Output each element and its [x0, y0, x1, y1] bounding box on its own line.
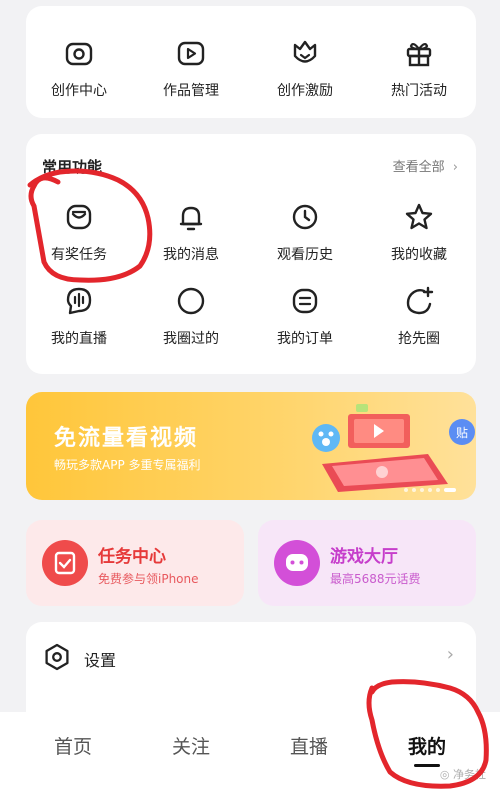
- hot-events-item[interactable]: 热门活动: [364, 36, 474, 100]
- creator-incentive-label: 创作激励: [277, 83, 333, 99]
- reward-task-item[interactable]: 有奖任务: [24, 200, 134, 264]
- bell-icon: [179, 206, 203, 231]
- reward-task-icon: [66, 204, 92, 230]
- free-data-banner[interactable]: 免流量看视频 畅玩多款APP 多重专属福利 贴: [26, 392, 476, 500]
- reward-task-label: 有奖任务: [51, 247, 107, 263]
- banner-badge: 贴: [456, 426, 468, 440]
- hot-events-label: 热门活动: [391, 83, 447, 99]
- watermark: ◎ 净务社: [440, 766, 486, 782]
- settings-gear-icon: [45, 643, 69, 671]
- watch-history-label: 观看历史: [277, 247, 333, 263]
- works-management-label: 作品管理: [163, 83, 219, 99]
- chevron-right-icon: ›: [452, 160, 458, 175]
- crown-shield-icon: [293, 40, 317, 63]
- watermark-text: 净务社: [453, 768, 486, 781]
- creator-tools-card: 创作中心 作品管理 创作激励 热门活动: [26, 6, 476, 118]
- circle-icon: [177, 287, 205, 315]
- view-all-label: 查看全部: [392, 160, 445, 175]
- banner-title: 免流量看视频: [54, 426, 199, 451]
- my-live-item[interactable]: 我的直播: [24, 284, 134, 348]
- banner-subtitle: 畅玩多款APP 多重专属福利: [54, 458, 201, 472]
- clock-icon: [292, 204, 318, 230]
- watch-history-item[interactable]: 观看历史: [250, 200, 360, 264]
- works-management-item[interactable]: 作品管理: [136, 36, 246, 100]
- task-center-card[interactable]: 任务中心 免费参与领iPhone: [26, 520, 244, 606]
- creator-incentive-item[interactable]: 创作激励: [250, 36, 360, 100]
- my-favorites-label: 我的收藏: [391, 247, 447, 263]
- video-play-icon: [177, 41, 205, 66]
- task-center-icon: [42, 540, 88, 586]
- game-hall-card[interactable]: 游戏大厅 最高5688元话费: [258, 520, 476, 606]
- tab-home[interactable]: 首页: [54, 732, 92, 759]
- common-functions-card: 常用功能 查看全部 › 有奖任务 我的消息 观看历史 我的收藏 我的直播 我圈过…: [26, 134, 476, 374]
- tab-active-indicator: [414, 764, 440, 767]
- task-center-title: 任务中心: [98, 547, 166, 567]
- my-messages-item[interactable]: 我的消息: [136, 200, 246, 264]
- gift-icon: [406, 42, 432, 67]
- creator-center-item[interactable]: 创作中心: [24, 36, 134, 100]
- game-hall-subtitle: 最高5688元话费: [330, 572, 421, 586]
- wechat-icon: ◎: [439, 768, 450, 781]
- tab-live[interactable]: 直播: [290, 732, 328, 759]
- game-hall-title: 游戏大厅: [330, 547, 398, 567]
- tab-mine[interactable]: 我的: [408, 732, 446, 759]
- order-icon: [292, 288, 318, 314]
- carousel-indicator: [404, 488, 456, 492]
- my-circled-item[interactable]: 我圈过的: [136, 284, 246, 348]
- early-circle-item[interactable]: 抢先圈: [364, 284, 474, 348]
- my-orders-item[interactable]: 我的订单: [250, 284, 360, 348]
- my-circled-label: 我圈过的: [163, 331, 219, 347]
- my-orders-label: 我的订单: [277, 331, 333, 347]
- creator-center-label: 创作中心: [51, 83, 107, 99]
- bottom-tab-bar: 首页 关注 直播 我的 ◎ 净务社: [0, 712, 500, 790]
- task-center-subtitle: 免费参与领iPhone: [98, 572, 199, 586]
- settings-label: 设置: [84, 651, 117, 670]
- live-audio-icon: [66, 287, 92, 315]
- my-live-label: 我的直播: [51, 331, 107, 347]
- tv-illustration-icon: 贴: [312, 404, 475, 492]
- early-circle-label: 抢先圈: [398, 331, 440, 347]
- camera-icon: [65, 42, 93, 66]
- refresh-plus-icon: [406, 286, 434, 315]
- my-messages-label: 我的消息: [163, 247, 219, 263]
- view-all-link[interactable]: 查看全部 ›: [393, 156, 458, 175]
- star-icon: [405, 203, 433, 230]
- game-hall-icon: [274, 540, 320, 586]
- my-favorites-item[interactable]: 我的收藏: [364, 200, 474, 264]
- tab-follow[interactable]: 关注: [172, 732, 210, 759]
- settings-chevron-icon: ›: [446, 644, 454, 665]
- common-functions-title: 常用功能: [42, 158, 103, 176]
